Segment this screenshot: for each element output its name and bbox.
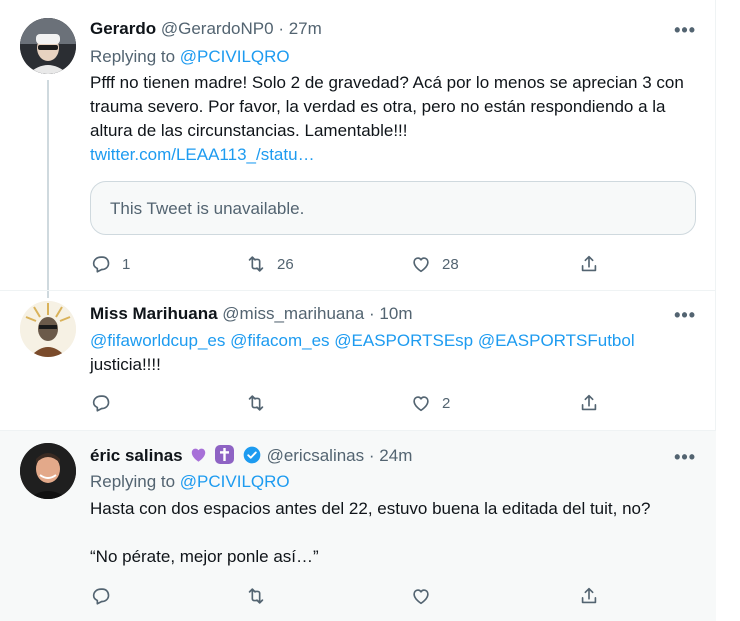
- tweet-actions: 1 26 28: [90, 252, 610, 276]
- retweet-button[interactable]: 26: [245, 252, 294, 276]
- tweet-mentions[interactable]: @fifaworldcup_es @fifacom_es @EASPORTSEs…: [90, 331, 635, 350]
- avatar[interactable]: [20, 301, 76, 357]
- reply-count: 1: [122, 255, 131, 273]
- like-button[interactable]: 2: [410, 391, 450, 415]
- purple-heart-icon: [189, 445, 208, 464]
- reply-icon: [92, 588, 110, 605]
- avatar[interactable]: [20, 18, 76, 74]
- tweet-body: Pfff no tienen madre! Solo 2 de gravedad…: [90, 73, 684, 140]
- user-handle[interactable]: @ericsalinas: [267, 446, 365, 465]
- retweet-icon: [248, 588, 264, 604]
- like-button[interactable]: [410, 584, 442, 608]
- tweet-text: Hasta con dos espacios antes del 22, est…: [90, 497, 698, 521]
- reply-button[interactable]: 1: [90, 252, 130, 276]
- separator-dot: ·: [368, 446, 375, 465]
- share-icon: [581, 394, 597, 411]
- more-icon[interactable]: •••: [674, 305, 696, 326]
- replying-label: Replying to: [90, 47, 176, 66]
- share-button[interactable]: [578, 584, 600, 608]
- reply-icon: [92, 256, 110, 273]
- latin-cross-icon: [215, 445, 235, 464]
- replying-mention-link[interactable]: @PCIVILQRO: [180, 472, 290, 491]
- like-count: 2: [442, 394, 451, 412]
- like-icon: [413, 589, 429, 605]
- tweet-text: Pfff no tienen madre! Solo 2 de gravedad…: [90, 71, 698, 167]
- tweet-link[interactable]: twitter.com/LEAA113_/statu…: [90, 145, 315, 164]
- separator-dot: ·: [369, 304, 375, 323]
- user-handle[interactable]: @GerardoNP0: [161, 19, 274, 38]
- replying-to: Replying to @PCIVILQRO: [90, 46, 290, 68]
- reply-button[interactable]: [90, 391, 122, 415]
- retweet-button[interactable]: [245, 584, 277, 608]
- display-name[interactable]: Miss Marihuana: [90, 304, 218, 323]
- thread-connector-line: [47, 80, 49, 298]
- replying-to: Replying to @PCIVILQRO: [90, 471, 290, 493]
- more-icon[interactable]: •••: [674, 20, 696, 41]
- tweet-header: éric salinas @ericsalinas · 24m: [90, 445, 412, 471]
- quoted-tweet-card[interactable]: This Tweet is unavailable.: [90, 181, 696, 235]
- like-count: 28: [442, 255, 459, 273]
- tweet-gerardo[interactable]: Gerardo @GerardoNP0 · 27m ••• Replying t…: [0, 0, 716, 298]
- replying-mention-link[interactable]: @PCIVILQRO: [180, 47, 290, 66]
- tweet-miss-marihuana[interactable]: Miss Marihuana @miss_marihuana · 10m •••…: [0, 291, 716, 430]
- tweet-body: Hasta con dos espacios antes del 22, est…: [90, 499, 651, 518]
- tweet-header: Miss Marihuana @miss_marihuana · 10m: [90, 303, 412, 325]
- timeline-feed: Gerardo @GerardoNP0 · 27m ••• Replying t…: [0, 0, 716, 621]
- tweet-body: justicia!!!!: [90, 355, 161, 374]
- share-button[interactable]: [578, 252, 600, 276]
- share-icon: [581, 587, 597, 604]
- replying-label: Replying to: [90, 472, 176, 491]
- retweet-count: 26: [277, 255, 294, 273]
- timestamp[interactable]: 24m: [379, 446, 412, 465]
- separator-dot: ·: [278, 19, 284, 38]
- share-icon: [581, 255, 597, 272]
- user-handle[interactable]: @miss_marihuana: [222, 304, 364, 323]
- tweet-eric-salinas[interactable]: éric salinas @ericsalinas · 24m ••• Repl…: [0, 431, 716, 621]
- verified-badge-icon: [242, 445, 262, 471]
- tweet-actions: [90, 584, 610, 608]
- like-button[interactable]: 28: [410, 252, 459, 276]
- timestamp[interactable]: 10m: [379, 304, 412, 323]
- tweet-text-quote: “No pérate, mejor ponle así…”: [90, 545, 698, 569]
- display-name[interactable]: éric salinas: [90, 446, 183, 465]
- retweet-icon: [248, 395, 264, 411]
- display-name[interactable]: Gerardo: [90, 19, 156, 38]
- avatar-image: [20, 18, 76, 74]
- retweet-button[interactable]: [245, 391, 277, 415]
- tweet-header: Gerardo @GerardoNP0 · 27m: [90, 18, 322, 40]
- avatar-image: [20, 301, 76, 357]
- more-icon[interactable]: •••: [674, 447, 696, 468]
- tweet-body-second-line: “No pérate, mejor ponle así…”: [90, 547, 319, 566]
- timestamp[interactable]: 27m: [289, 19, 322, 38]
- reply-icon: [92, 395, 110, 412]
- tweet-actions: 2: [90, 391, 610, 415]
- like-icon: [413, 257, 429, 273]
- avatar-image: [20, 443, 76, 499]
- retweet-icon: [248, 256, 264, 272]
- reply-button[interactable]: [90, 584, 122, 608]
- avatar[interactable]: [20, 443, 76, 499]
- quoted-tweet-unavailable-text: This Tweet is unavailable.: [110, 199, 305, 218]
- like-icon: [413, 396, 429, 412]
- tweet-text: @fifaworldcup_es @fifacom_es @EASPORTSEs…: [90, 329, 698, 377]
- share-button[interactable]: [578, 391, 600, 415]
